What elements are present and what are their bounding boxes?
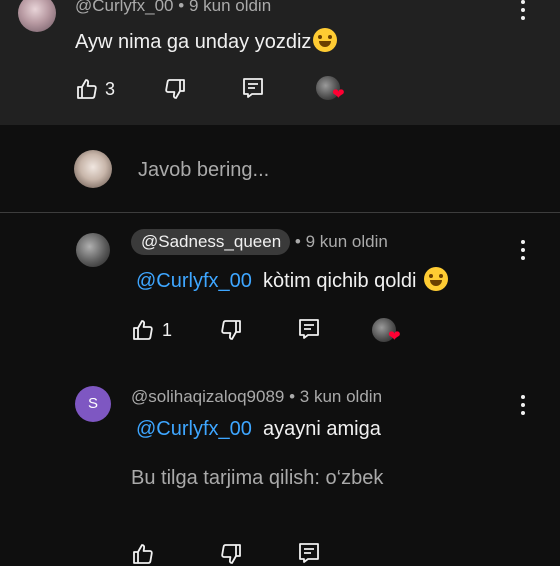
reply-time: 3 kun oldin bbox=[299, 387, 383, 406]
like-count: 3 bbox=[105, 79, 116, 99]
dislike-button[interactable] bbox=[163, 77, 187, 101]
translate-link[interactable]: Bu tilga tarjima qilish: o‘zbek bbox=[131, 467, 383, 490]
rofl-emoji bbox=[313, 28, 338, 52]
meta-separator: • bbox=[178, 0, 185, 15]
reply-author-chip[interactable]: @Sadness_queen bbox=[131, 229, 291, 255]
reply-text: @Curlyfx_00 kòtim qichib qoldi bbox=[136, 267, 449, 293]
comment-text: Ayw nima ga unday yozdiz bbox=[75, 28, 338, 54]
reply-input[interactable] bbox=[136, 155, 520, 185]
comment-time: 9 kun oldin bbox=[188, 0, 272, 15]
more-options-icon[interactable] bbox=[520, 395, 526, 419]
reply-time: 9 kun oldin bbox=[305, 232, 388, 251]
reply-meta: @Sadness_queen • 9 kun oldin bbox=[131, 229, 388, 255]
comment-author[interactable]: @Curlyfx_00 bbox=[75, 0, 174, 15]
meta-separator: • bbox=[289, 387, 296, 406]
thumbs-down-icon bbox=[165, 79, 185, 99]
dislike-button[interactable] bbox=[219, 542, 243, 566]
reply-comment-icon bbox=[299, 543, 319, 563]
reply-meta: @solihaqizaloq9089 • 3 kun oldin bbox=[131, 387, 382, 407]
like-count: 1 bbox=[162, 320, 173, 340]
reply-button[interactable] bbox=[241, 76, 265, 100]
comment-body: Ayw nima ga unday yozdiz bbox=[75, 31, 312, 53]
reply-text: @Curlyfx_00 ayayni amiga bbox=[136, 418, 381, 441]
reply-comment-icon bbox=[243, 78, 263, 98]
thumbs-down-icon bbox=[221, 544, 241, 564]
like-button[interactable] bbox=[131, 318, 155, 342]
reply-body: kòtim qichib qoldi bbox=[263, 270, 417, 292]
mention-link[interactable]: @Curlyfx_00 bbox=[136, 418, 252, 440]
reply-comment-icon bbox=[299, 319, 319, 339]
mention-link[interactable]: @Curlyfx_00 bbox=[136, 270, 252, 292]
thumbs-up-icon bbox=[133, 320, 153, 340]
current-user-avatar bbox=[74, 150, 112, 188]
heart-icon: ❤ bbox=[388, 328, 401, 345]
thumbs-up-icon bbox=[133, 544, 153, 564]
top-comment: @Curlyfx_00 • 9 kun oldin Ayw nima ga un… bbox=[0, 0, 560, 125]
reply-button[interactable] bbox=[297, 541, 321, 565]
section-divider bbox=[0, 212, 560, 213]
heart-icon: ❤ bbox=[332, 86, 345, 103]
reply-button[interactable] bbox=[297, 317, 321, 341]
comment-meta: @Curlyfx_00 • 9 kun oldin bbox=[75, 0, 271, 16]
like-button[interactable] bbox=[131, 542, 155, 566]
like-button[interactable] bbox=[75, 77, 99, 101]
grinning-sweat-emoji bbox=[424, 267, 449, 291]
dislike-button[interactable] bbox=[219, 318, 243, 342]
reply-author[interactable]: @solihaqizaloq9089 bbox=[131, 387, 284, 406]
avatar-letter: S bbox=[87, 395, 98, 412]
thumbs-down-icon bbox=[221, 320, 241, 340]
commenter-avatar[interactable] bbox=[18, 0, 56, 32]
reply-body: ayayni amiga bbox=[263, 418, 381, 440]
reply-avatar[interactable] bbox=[76, 233, 110, 267]
thumbs-up-icon bbox=[77, 79, 97, 99]
more-options-icon[interactable] bbox=[520, 240, 526, 264]
more-options-icon[interactable] bbox=[520, 0, 526, 24]
meta-separator: • bbox=[294, 232, 301, 251]
reply-avatar[interactable]: S bbox=[75, 386, 111, 422]
